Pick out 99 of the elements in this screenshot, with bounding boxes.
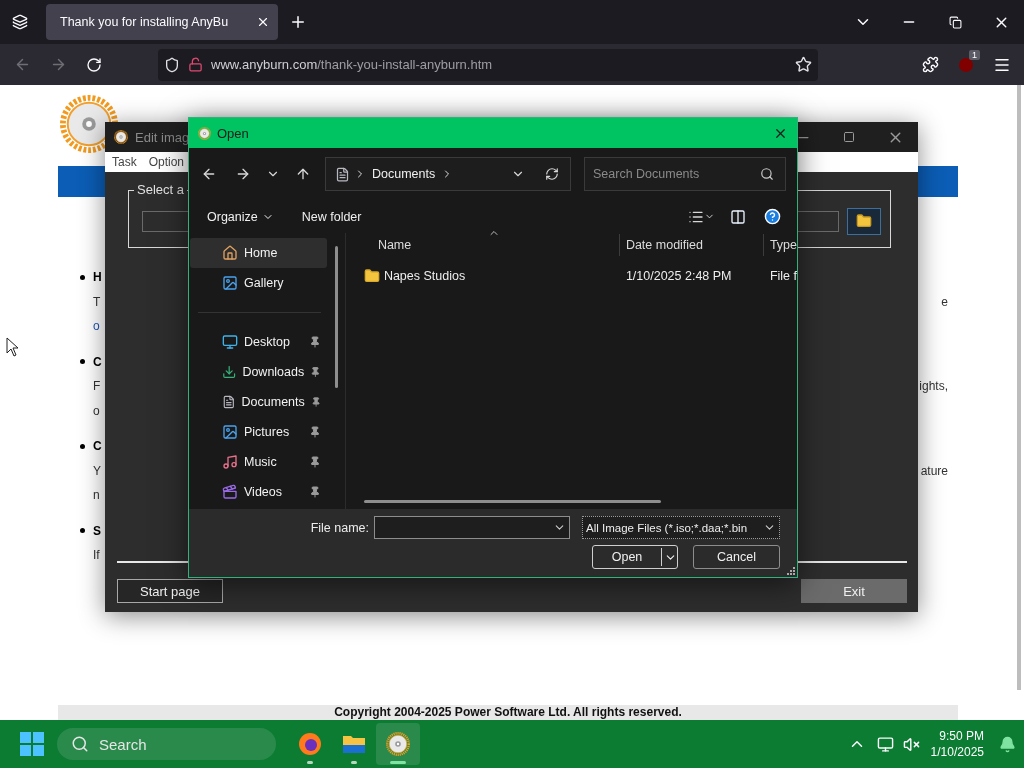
heading-text: S bbox=[93, 523, 101, 538]
window-title: Edit imag bbox=[135, 129, 190, 145]
paragraph-text: o bbox=[93, 403, 100, 418]
document-icon bbox=[335, 166, 350, 182]
folder-icon bbox=[856, 213, 872, 229]
copyright-text: Copyright 2004-2025 Power Software Ltd. All rights reserved. bbox=[58, 705, 958, 720]
breadcrumb-bar[interactable]: Documents bbox=[325, 157, 571, 191]
preview-pane-icon[interactable] bbox=[730, 208, 746, 225]
sidebar-item[interactable]: Downloads bbox=[190, 357, 327, 387]
shield-icon bbox=[164, 56, 180, 73]
heading-text: H bbox=[93, 270, 102, 285]
bullet-icon bbox=[80, 274, 85, 280]
file-type-select[interactable]: All Image Files (*.iso;*.daa;*.bin bbox=[582, 516, 780, 539]
url-text: www.anyburn.com/thank-you-install-anyburn.htm bbox=[211, 57, 494, 72]
type-cell-text: File f bbox=[768, 269, 797, 283]
paragraph-text: T bbox=[93, 294, 101, 309]
organize-menu[interactable]: Organize bbox=[201, 203, 280, 230]
group-label: Select a bbox=[134, 182, 187, 197]
start-page-button[interactable]: Start page bbox=[117, 579, 223, 603]
mouse-cursor-icon bbox=[6, 337, 19, 357]
sidebar-item[interactable]: Pictures bbox=[190, 417, 327, 447]
network-icon[interactable] bbox=[877, 735, 895, 753]
heading-text: C bbox=[93, 354, 102, 369]
taskbar-app[interactable] bbox=[376, 723, 420, 765]
menu-item[interactable]: Task bbox=[106, 152, 143, 172]
column-header[interactable]: Date modified bbox=[619, 234, 764, 256]
date-cell-text: 1/10/2025 2:48 PM bbox=[624, 269, 733, 283]
bookmark-star-icon[interactable] bbox=[795, 56, 812, 73]
dialog-title: Open bbox=[217, 125, 249, 141]
music-icon bbox=[222, 454, 238, 470]
heading-text: C bbox=[93, 439, 102, 454]
search-field[interactable]: Search Documents bbox=[584, 157, 786, 191]
count-badge: 1 bbox=[969, 49, 980, 60]
file-row[interactable]: Napes Studios 1/10/2025 2:48 PM File f bbox=[363, 265, 797, 287]
file-name: Napes Studios bbox=[383, 269, 466, 283]
search-button[interactable]: Search bbox=[57, 728, 276, 760]
paragraph-text: e bbox=[941, 294, 948, 309]
column-header[interactable]: Name bbox=[363, 234, 620, 256]
help-icon[interactable] bbox=[763, 208, 781, 225]
start-icon[interactable] bbox=[20, 732, 44, 756]
sidebar-item[interactable]: Home bbox=[190, 238, 327, 268]
clock[interactable]: 9:50 PM 1/10/2025 bbox=[924, 729, 990, 759]
file-name-label: File name: bbox=[310, 520, 369, 535]
tab-list-icon[interactable] bbox=[12, 14, 28, 30]
bullet-icon bbox=[80, 443, 85, 449]
browser-tab[interactable]: Thank you for installing AnyBu bbox=[46, 4, 278, 40]
sidebar-item[interactable]: Documents bbox=[190, 387, 327, 417]
folder-icon bbox=[342, 733, 366, 755]
up-icon[interactable] bbox=[295, 166, 311, 182]
back-icon[interactable] bbox=[201, 166, 217, 182]
download-icon bbox=[222, 364, 237, 380]
sidebar-item[interactable]: Music bbox=[190, 447, 327, 477]
sidebar-item[interactable]: Desktop bbox=[190, 327, 327, 357]
open-button[interactable]: Open bbox=[592, 545, 678, 569]
file-name-field[interactable] bbox=[374, 516, 570, 539]
home-icon bbox=[222, 245, 238, 261]
resize-grip-icon bbox=[786, 566, 795, 575]
bullet-icon bbox=[80, 528, 85, 534]
extensions-icon[interactable] bbox=[921, 56, 939, 73]
sidebar-item[interactable]: Videos bbox=[190, 477, 327, 507]
browse-button[interactable] bbox=[847, 207, 881, 235]
exit-button[interactable]: Exit bbox=[801, 579, 907, 603]
folder-icon bbox=[363, 268, 380, 284]
paragraph-text: Y bbox=[93, 463, 101, 478]
sidebar-item[interactable]: Gallery bbox=[190, 268, 327, 298]
paragraph-text: ature bbox=[920, 463, 948, 478]
restore-icon[interactable] bbox=[948, 15, 962, 29]
desktop-icon bbox=[222, 334, 238, 350]
address-bar[interactable]: www.anyburn.com/thank-you-install-anyburn.htm bbox=[158, 48, 818, 81]
menu-item[interactable]: Option bbox=[142, 152, 191, 172]
new-tab-icon[interactable] bbox=[289, 13, 307, 31]
search-icon bbox=[760, 167, 774, 181]
link[interactable]: o bbox=[93, 319, 100, 334]
new-folder-button[interactable]: New folder bbox=[295, 203, 368, 230]
cancel-button[interactable]: Cancel bbox=[693, 545, 780, 569]
disc-icon bbox=[386, 732, 410, 756]
paragraph-text: n bbox=[93, 488, 100, 503]
maximize-icon[interactable] bbox=[843, 131, 855, 143]
video-icon bbox=[222, 484, 238, 500]
reload-icon[interactable] bbox=[86, 56, 102, 73]
picture-icon bbox=[222, 424, 238, 440]
bullet-icon bbox=[80, 359, 85, 365]
paragraph-text: If bbox=[93, 548, 100, 563]
forward-icon[interactable] bbox=[235, 166, 251, 182]
document-icon bbox=[222, 394, 236, 410]
lock-icon bbox=[188, 57, 203, 72]
notification-bell-icon[interactable] bbox=[998, 735, 1016, 753]
paragraph-text: F bbox=[93, 379, 101, 394]
disc-icon bbox=[198, 126, 211, 140]
refresh-icon[interactable] bbox=[545, 167, 559, 181]
browser-icon bbox=[298, 732, 322, 756]
volume-mute-icon[interactable] bbox=[903, 735, 921, 753]
close-icon[interactable] bbox=[256, 15, 270, 29]
search-icon bbox=[71, 735, 89, 753]
breadcrumb-item[interactable]: Documents bbox=[370, 167, 438, 181]
paragraph-text: ights, bbox=[919, 379, 948, 394]
column-header[interactable]: Type bbox=[763, 234, 797, 256]
disc-icon bbox=[114, 130, 128, 144]
gallery-icon bbox=[222, 275, 238, 291]
